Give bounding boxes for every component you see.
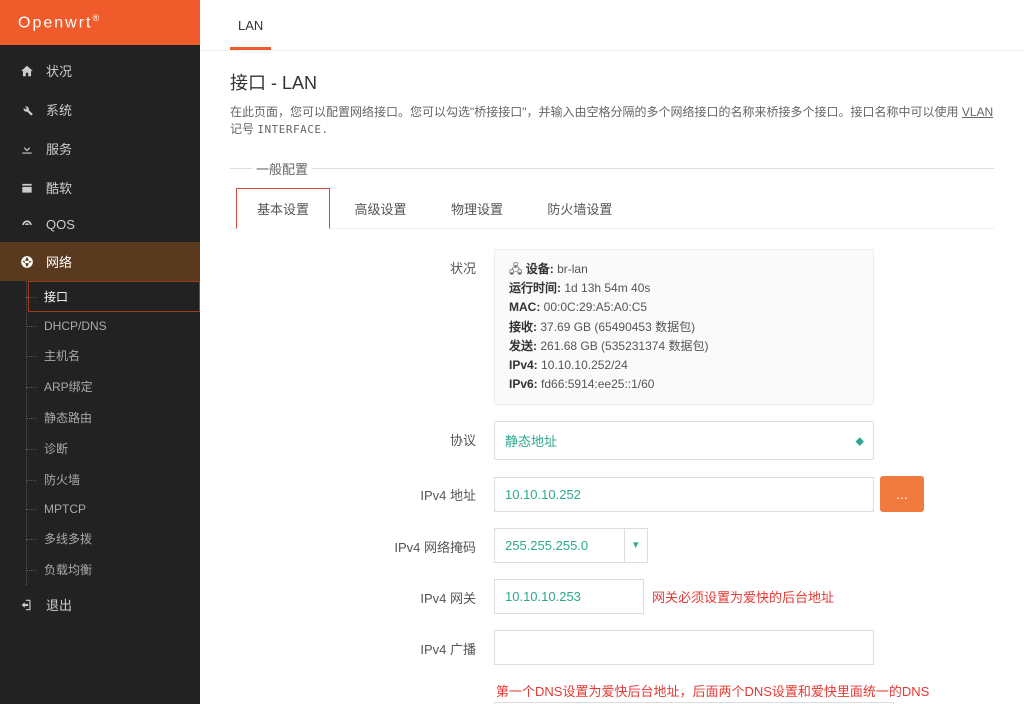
tab-firewall[interactable]: 防火墙设置 <box>527 189 632 228</box>
subnav-static-route[interactable]: 静态路由 <box>28 402 200 433</box>
nav-label: 酷软 <box>46 178 72 197</box>
label-ipv4-mask: IPv4 网络掩码 <box>242 528 494 556</box>
form: 状况 🖧 设备: br-lan 运行时间: 1d 13h 54m 40s MAC… <box>230 229 994 704</box>
nav-label: 退出 <box>46 595 72 614</box>
download-icon <box>18 142 36 156</box>
subnav-diagnose[interactable]: 诊断 <box>28 433 200 464</box>
nav-label: 系统 <box>46 100 72 119</box>
nav-cool[interactable]: 酷软 <box>0 168 200 207</box>
ipv4-netmask-input[interactable] <box>494 528 624 563</box>
subnav-mptcp[interactable]: MPTCP <box>28 495 200 523</box>
globe-icon <box>18 255 36 269</box>
subnav-mwan[interactable]: 多线多拨 <box>28 523 200 554</box>
ipv4-extra-button[interactable]: ... <box>880 476 924 512</box>
label-protocol: 协议 <box>242 421 494 449</box>
status-box: 🖧 设备: br-lan 运行时间: 1d 13h 54m 40s MAC: 0… <box>494 249 874 405</box>
calendar-icon <box>18 181 36 195</box>
general-config-fieldset: 一般配置 基本设置 高级设置 物理设置 防火墙设置 状况 🖧 设备: br-la… <box>230 159 994 704</box>
page-title: 接口 - LAN <box>230 69 994 95</box>
subnav-dhcp-dns[interactable]: DHCP/DNS <box>28 312 200 340</box>
ipv4-broadcast-input[interactable] <box>494 630 874 665</box>
nav-label: 网络 <box>46 252 72 271</box>
tab-lan[interactable]: LAN <box>230 0 271 50</box>
nav-network-submenu: 接口 DHCP/DNS 主机名 ARP绑定 静态路由 诊断 防火墙 MPTCP … <box>0 281 200 585</box>
ipv4-netmask-combo[interactable]: ▾ <box>494 528 648 563</box>
page-description: 在此页面，您可以配置网络接口。您可以勾选"桥接接口"，并输入由空格分隔的多个网络… <box>230 103 994 137</box>
subnav-arp[interactable]: ARP绑定 <box>28 371 200 402</box>
gateway-note: 网关必须设置为爱快的后台地址 <box>652 587 834 606</box>
dashboard-icon <box>18 64 36 78</box>
vlan-link[interactable]: VLAN <box>962 105 993 119</box>
subnav-firewall[interactable]: 防火墙 <box>28 464 200 495</box>
device-icon: 🖧 <box>509 262 522 276</box>
subnav-interfaces[interactable]: 接口 <box>28 281 200 312</box>
ipv4-address-input[interactable] <box>494 477 874 512</box>
tab-advanced[interactable]: 高级设置 <box>334 189 426 228</box>
main-content: LAN 接口 - LAN 在此页面，您可以配置网络接口。您可以勾选"桥接接口"，… <box>200 0 1024 704</box>
nav-label: QOS <box>46 217 75 232</box>
chevron-down-icon[interactable]: ▾ <box>624 528 648 563</box>
label-ipv4-bcast: IPv4 广播 <box>242 630 494 658</box>
nav-logout[interactable]: 退出 <box>0 585 200 624</box>
nav-label: 状况 <box>46 61 72 80</box>
signal-icon <box>18 218 36 232</box>
label-ipv4-gw: IPv4 网关 <box>242 579 494 607</box>
wrench-icon <box>18 103 36 117</box>
dns-note: 第一个DNS设置为爱快后台地址，后面两个DNS设置和爱快里面统一的DNS <box>496 681 982 700</box>
subnav-loadbalance[interactable]: 负载均衡 <box>28 554 200 585</box>
label-status: 状况 <box>242 249 494 277</box>
tab-physical[interactable]: 物理设置 <box>431 189 523 228</box>
brand-logo: Openwrt® <box>0 0 200 45</box>
label-ipv4-addr: IPv4 地址 <box>242 476 494 504</box>
nav-qos[interactable]: QOS <box>0 207 200 242</box>
fieldset-legend: 一般配置 <box>252 159 312 178</box>
logout-icon <box>18 598 36 612</box>
nav-system[interactable]: 系统 <box>0 90 200 129</box>
nav: 状况 系统 服务 酷软 QOS 网络 接口 <box>0 45 200 704</box>
subnav-hostname[interactable]: 主机名 <box>28 340 200 371</box>
config-tabs: 基本设置 高级设置 物理设置 防火墙设置 <box>230 178 994 229</box>
nav-status[interactable]: 状况 <box>0 51 200 90</box>
nav-label: 服务 <box>46 139 72 158</box>
tab-basic[interactable]: 基本设置 <box>236 188 330 229</box>
ipv4-gateway-input[interactable] <box>494 579 644 614</box>
protocol-select[interactable]: 静态地址 ◆ <box>494 421 874 460</box>
nav-network[interactable]: 网络 <box>0 242 200 281</box>
nav-services[interactable]: 服务 <box>0 129 200 168</box>
interface-tabs: LAN <box>200 0 1024 51</box>
sidebar: Openwrt® 状况 系统 服务 酷软 QOS <box>0 0 200 704</box>
